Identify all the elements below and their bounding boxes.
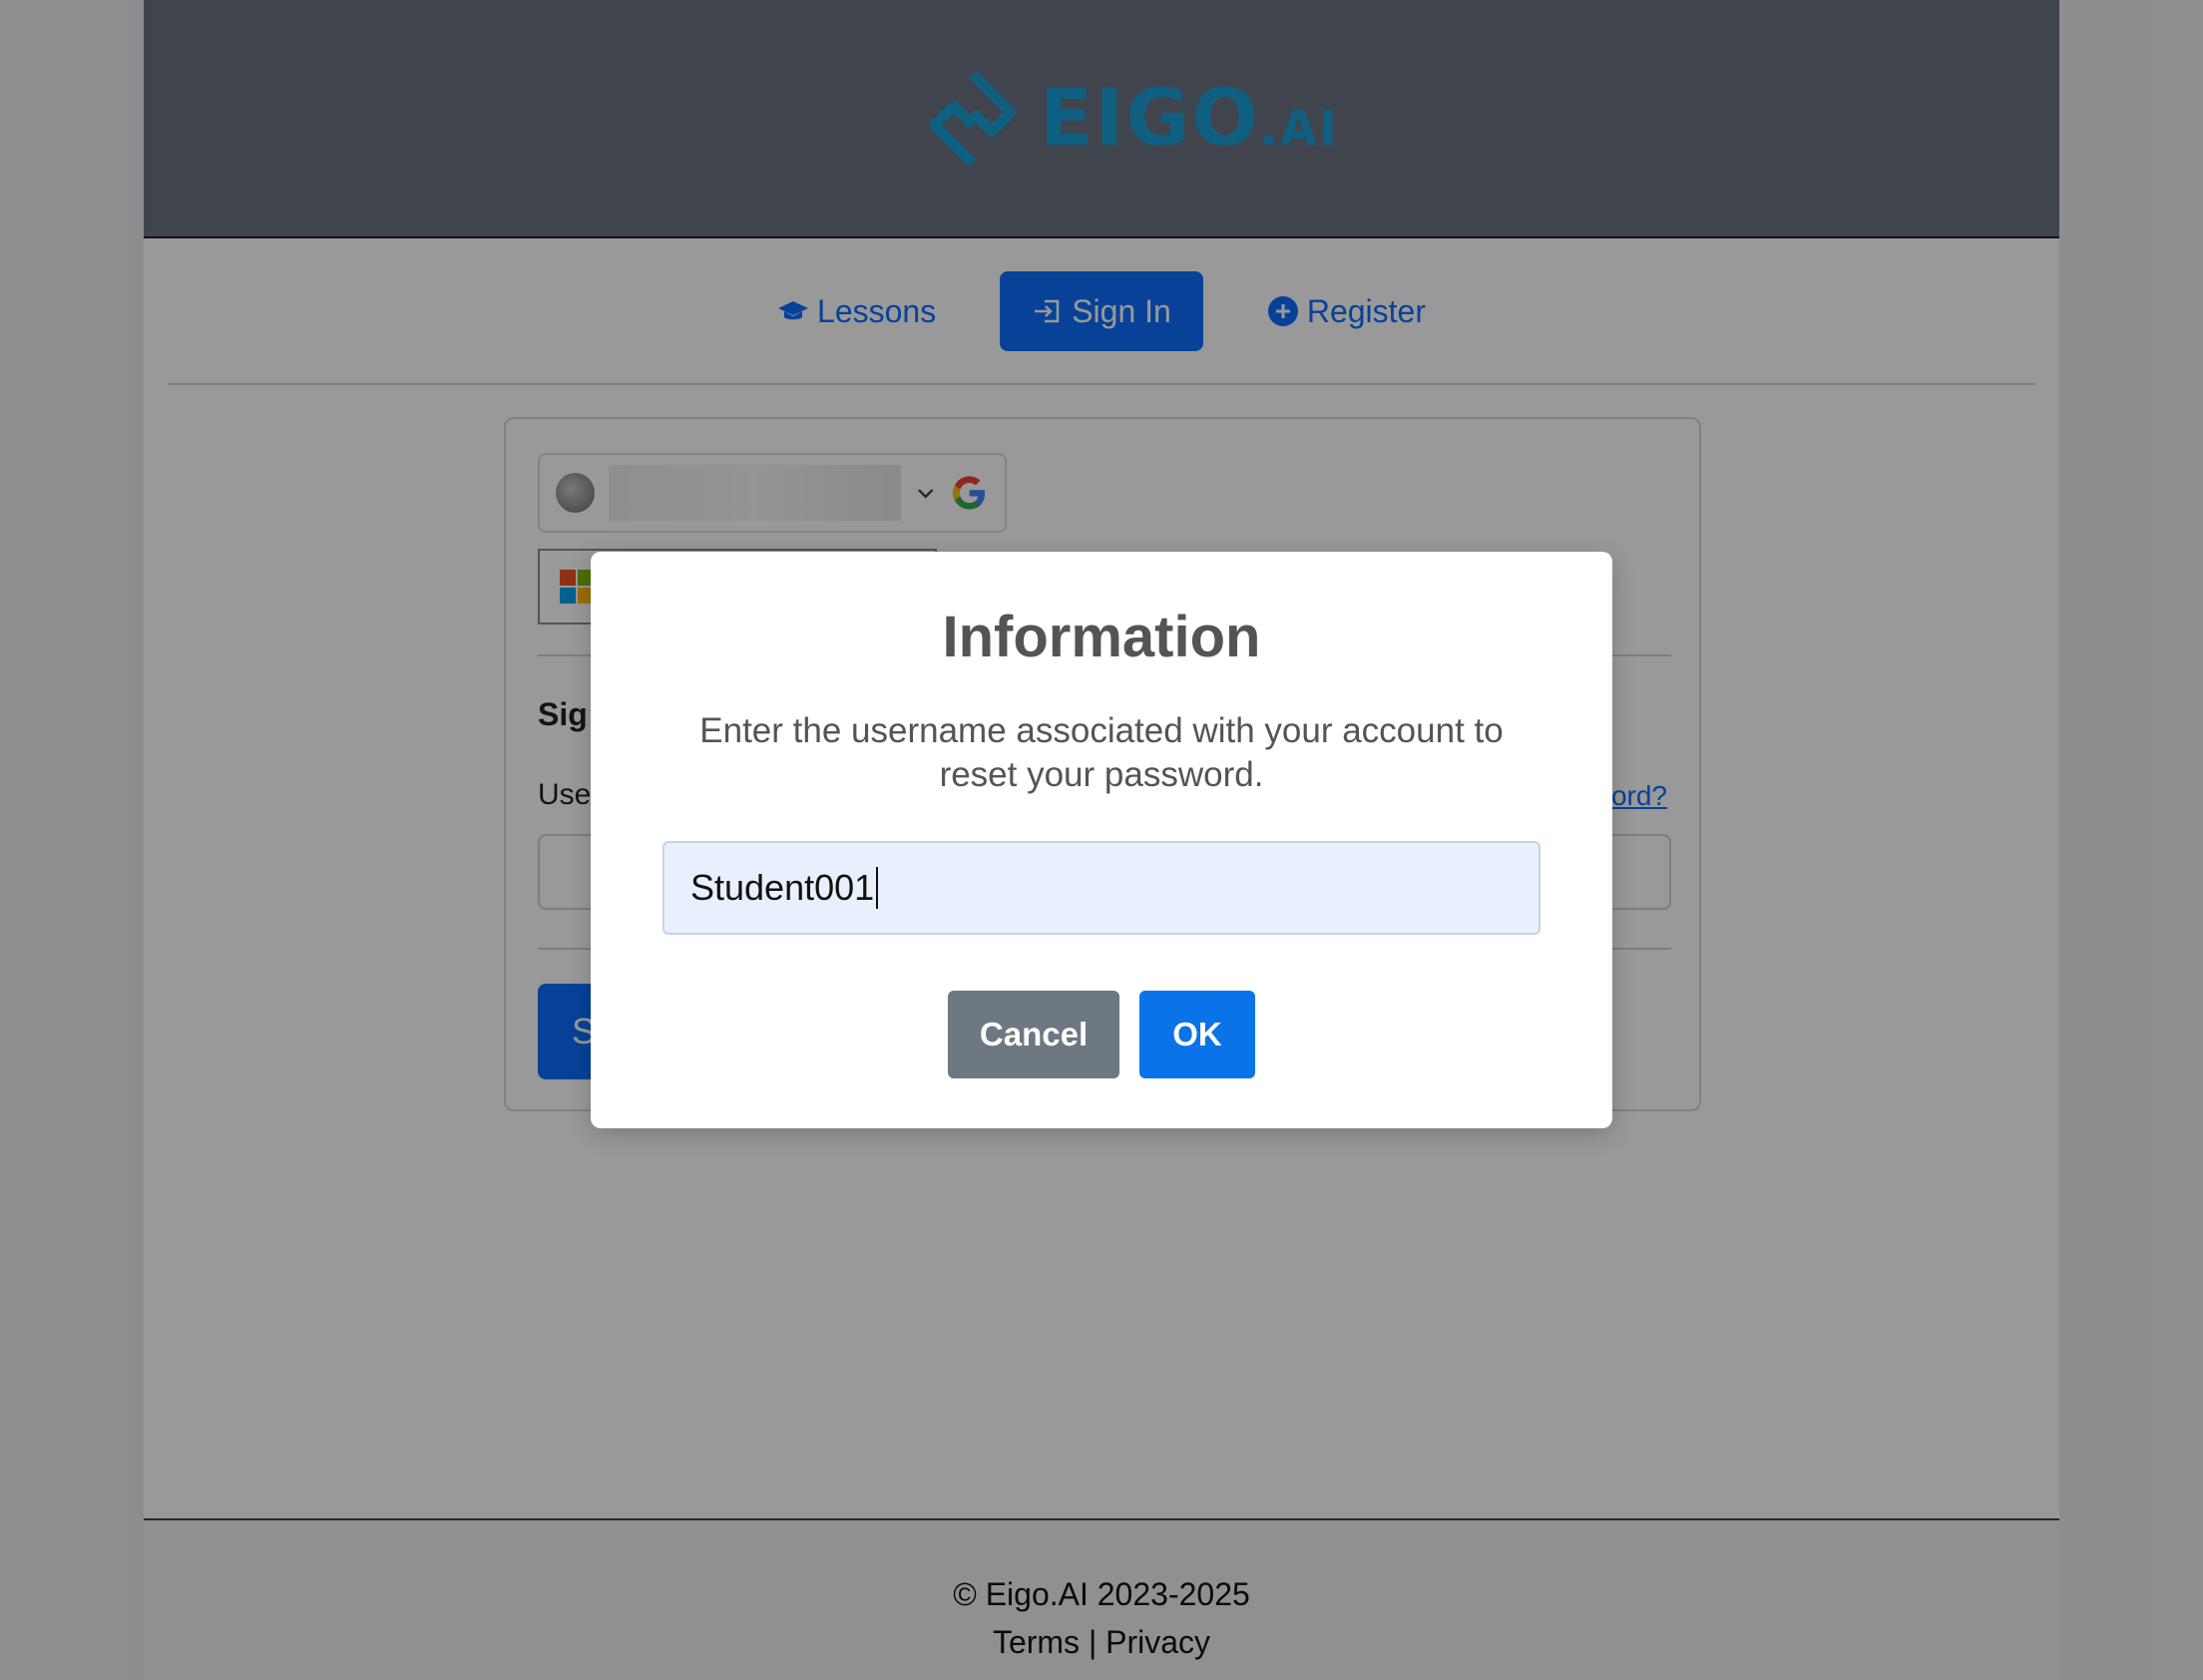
reset-username-input[interactable]: Student001 <box>662 841 1541 935</box>
dialog-title: Information <box>942 605 1261 669</box>
dialog-actions: Cancel OK <box>591 991 1612 1078</box>
reset-username-value: Student001 <box>690 867 875 908</box>
ok-button[interactable]: OK <box>1139 991 1255 1078</box>
cancel-button[interactable]: Cancel <box>948 991 1119 1078</box>
dialog-message: Enter the username associated with your … <box>699 711 1504 794</box>
text-caret <box>876 867 879 909</box>
information-dialog: Information Enter the username associate… <box>591 552 1612 1128</box>
